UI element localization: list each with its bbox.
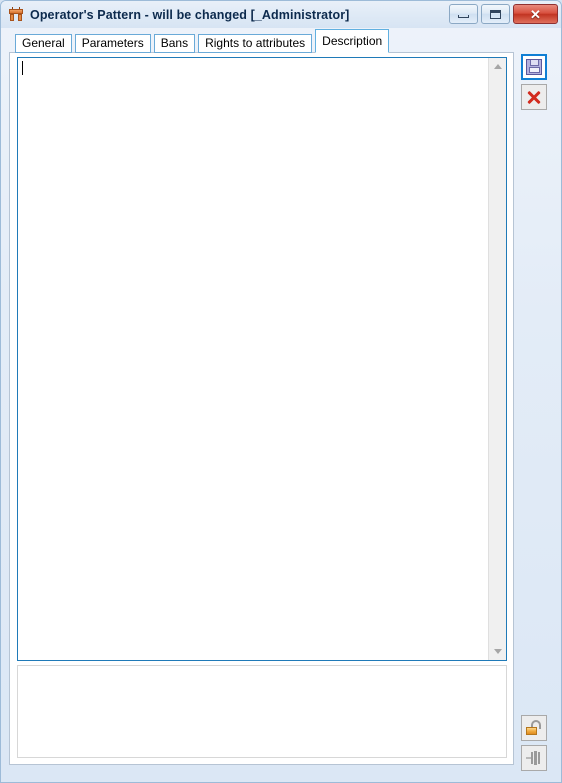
restore-icon [490, 9, 501, 19]
close-button[interactable]: ✕ [513, 4, 558, 24]
scroll-up-arrow-icon[interactable] [489, 58, 506, 75]
scroll-down-arrow-icon[interactable] [489, 643, 506, 660]
close-icon: ✕ [530, 6, 541, 22]
titlebar[interactable]: Operator's Pattern - will be changed [_A… [1, 1, 561, 28]
text-caret [22, 61, 23, 75]
operator-pattern-window: Operator's Pattern - will be changed [_A… [0, 0, 562, 783]
open-padlock-icon [526, 720, 542, 736]
pin-button[interactable] [521, 745, 547, 771]
pin-icon [526, 751, 542, 765]
tab-content-panel [9, 52, 514, 765]
tab-bans[interactable]: Bans [153, 34, 196, 53]
window-title: Operator's Pattern - will be changed [_A… [30, 7, 350, 22]
red-x-icon [527, 90, 541, 105]
maximize-restore-button[interactable] [481, 4, 510, 24]
floppy-disk-icon [526, 59, 542, 75]
minimize-button[interactable] [449, 4, 478, 24]
tab-general[interactable]: General [15, 34, 72, 53]
operator-pattern-icon [8, 6, 24, 23]
description-textarea-wrapper [17, 57, 507, 661]
save-button[interactable] [521, 54, 547, 80]
description-input[interactable] [18, 58, 487, 660]
unlock-button[interactable] [521, 715, 547, 741]
cancel-button[interactable] [521, 84, 547, 110]
tab-description[interactable]: Description [315, 29, 390, 53]
tabstrip: General Parameters Bans Rights to attrib… [15, 29, 390, 53]
tab-rights-to-attributes[interactable]: Rights to attributes [198, 34, 313, 53]
description-scrollbar[interactable] [488, 58, 506, 660]
right-toolbar [515, 52, 555, 771]
minimize-icon [458, 15, 469, 18]
window-controls: ✕ [449, 4, 558, 24]
tab-parameters[interactable]: Parameters [74, 34, 151, 53]
lower-white-panel [17, 665, 507, 758]
